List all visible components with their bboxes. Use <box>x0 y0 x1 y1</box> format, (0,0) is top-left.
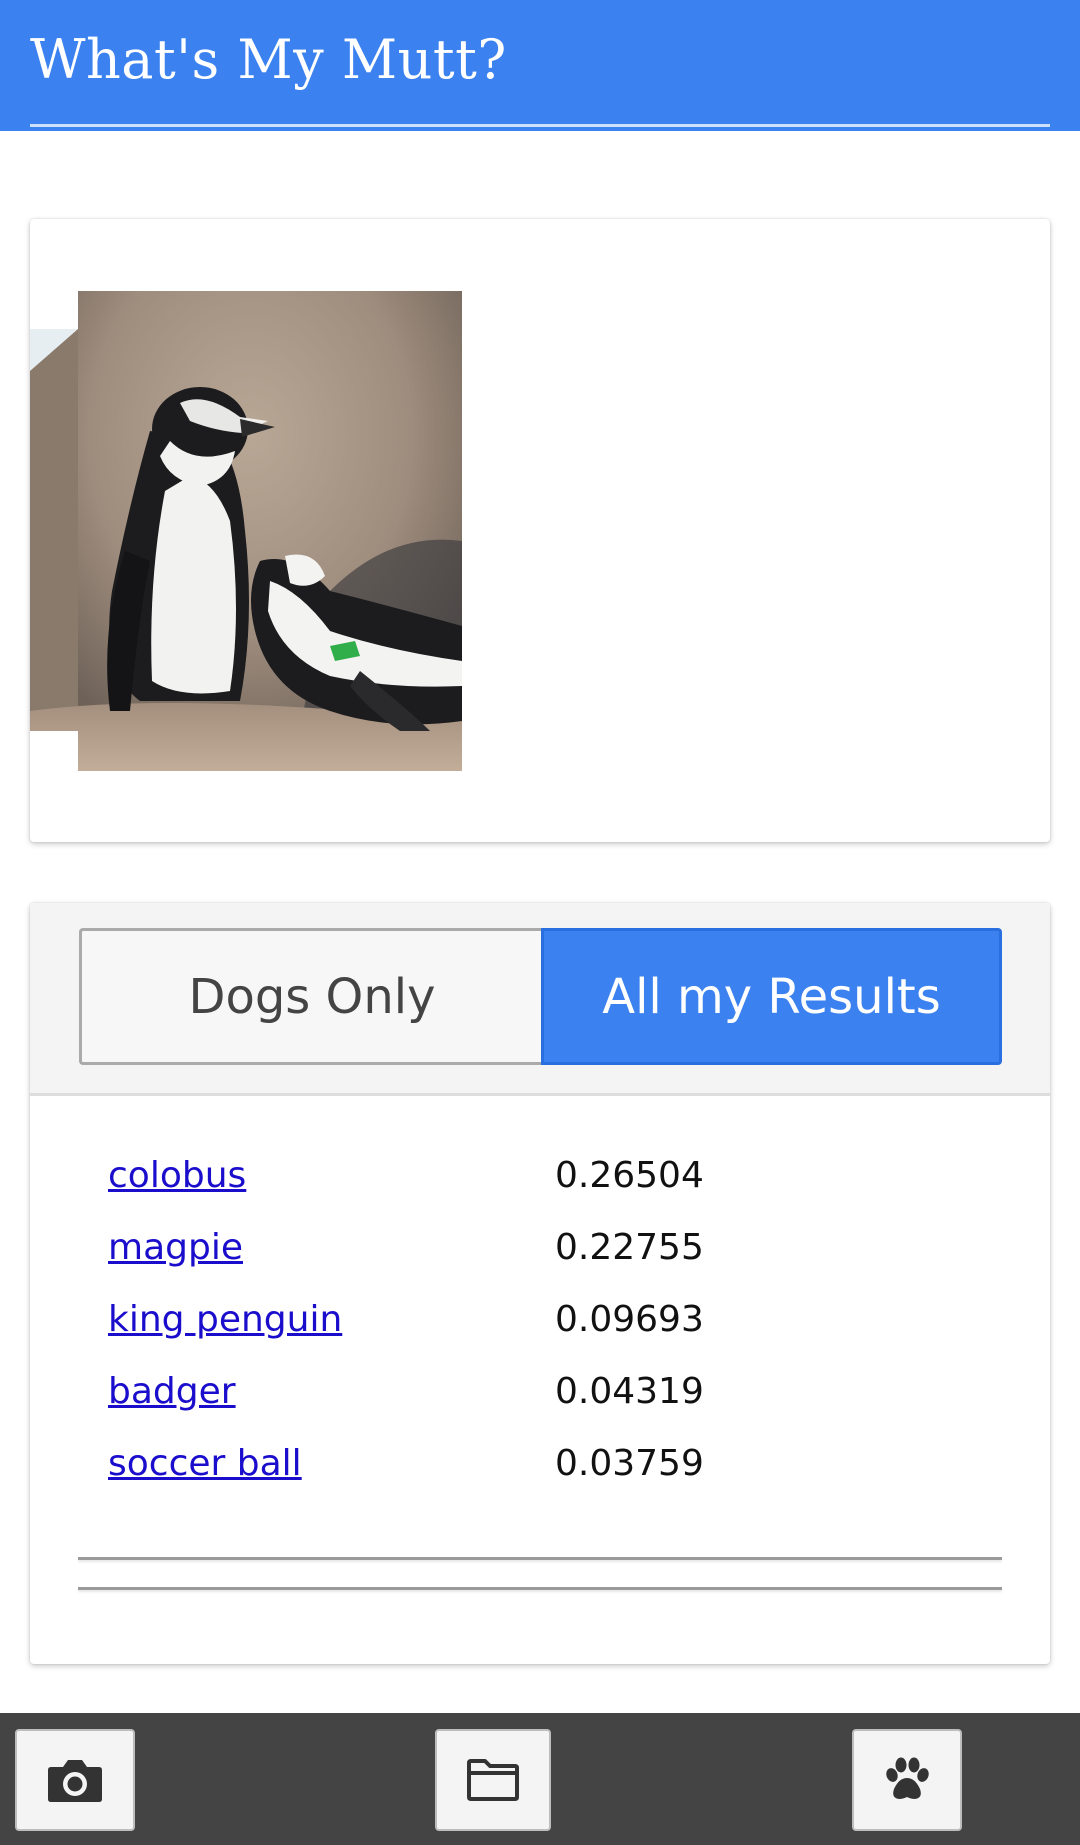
folder-icon <box>467 1759 519 1801</box>
results-card: Dogs Only All my Results colobus 0.26504… <box>30 903 1050 1664</box>
tab-dogs-only[interactable]: Dogs Only <box>79 928 542 1065</box>
result-label-link[interactable]: soccer ball <box>108 1443 302 1484</box>
result-row: colobus 0.26504 <box>108 1155 1008 1215</box>
results-divider <box>78 1557 1002 1560</box>
result-row: soccer ball 0.03759 <box>108 1443 1008 1503</box>
camera-icon <box>48 1760 102 1802</box>
camera-button[interactable] <box>15 1729 135 1831</box>
image-card <box>30 219 1050 842</box>
bottom-toolbar <box>0 1713 1080 1845</box>
results-divider <box>78 1587 1002 1590</box>
result-score: 0.03759 <box>555 1443 704 1484</box>
results-filter-tabs: Dogs Only All my Results <box>30 903 1050 1096</box>
result-row: magpie 0.22755 <box>108 1227 1008 1287</box>
app-header: What's My Mutt? <box>0 0 1080 131</box>
result-row: king penguin 0.09693 <box>108 1299 1008 1359</box>
app-title: What's My Mutt? <box>30 28 507 91</box>
header-divider <box>30 124 1050 127</box>
result-row: badger 0.04319 <box>108 1371 1008 1431</box>
result-label-link[interactable]: badger <box>108 1371 236 1412</box>
result-score: 0.09693 <box>555 1299 704 1340</box>
result-label-link[interactable]: colobus <box>108 1155 246 1196</box>
result-score: 0.26504 <box>555 1155 704 1196</box>
result-label-link[interactable]: magpie <box>108 1227 243 1268</box>
paw-icon <box>886 1757 929 1799</box>
folder-button[interactable] <box>435 1729 551 1831</box>
penguins-photo <box>30 291 510 771</box>
paw-button[interactable] <box>852 1729 962 1831</box>
result-score: 0.22755 <box>555 1227 704 1268</box>
tab-all-results[interactable]: All my Results <box>541 928 1002 1065</box>
result-label-link[interactable]: king penguin <box>108 1299 342 1340</box>
result-score: 0.04319 <box>555 1371 704 1412</box>
